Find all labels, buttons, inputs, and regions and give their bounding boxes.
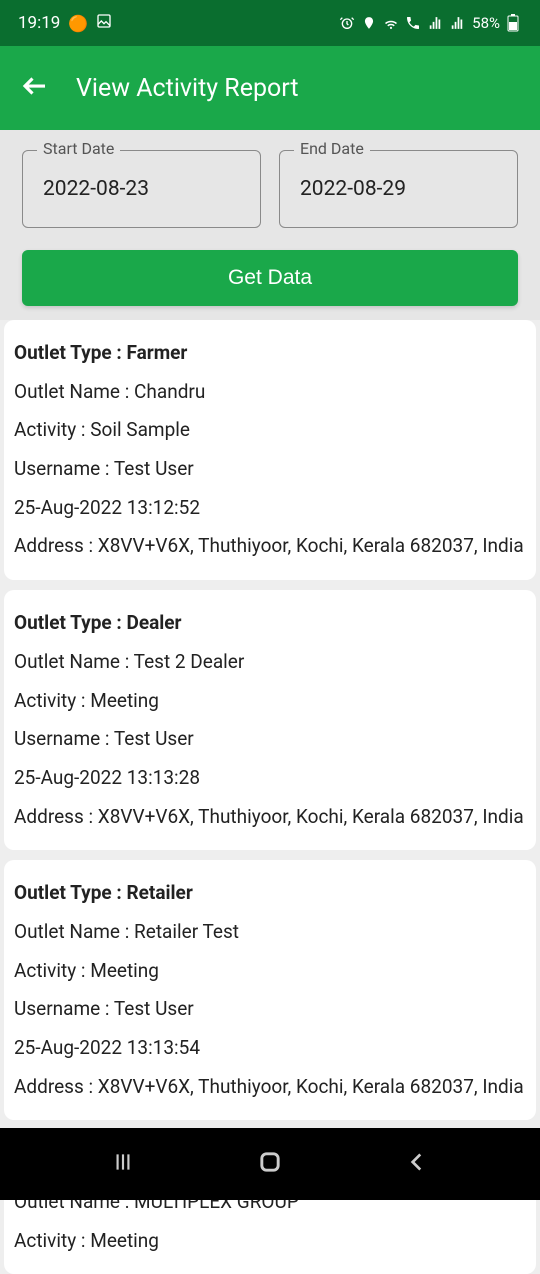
activity-line: Activity : Meeting <box>14 1222 526 1261</box>
end-date-field[interactable]: End Date 2022-08-29 <box>279 150 518 228</box>
record-card[interactable]: Outlet Type : DealerOutlet Name : Test 2… <box>4 590 536 850</box>
record-card[interactable]: Outlet Type : FarmerOutlet Name : Chandr… <box>4 320 536 580</box>
outlet-type-line: Outlet Type : Dealer <box>14 604 526 643</box>
alarm-icon <box>338 14 356 32</box>
location-icon <box>360 14 378 32</box>
page-title: View Activity Report <box>76 74 299 103</box>
timestamp-line: 25-Aug-2022 13:13:28 <box>14 759 526 798</box>
home-icon[interactable] <box>256 1148 284 1180</box>
username-line: Username : Test User <box>14 990 526 1029</box>
date-row: Start Date 2022-08-23 End Date 2022-08-2… <box>22 150 518 228</box>
status-right: 58% <box>338 14 522 32</box>
outlet-type-line: Outlet Type : Retailer <box>14 874 526 913</box>
outlet-name-line: Outlet Name : Test 2 Dealer <box>14 643 526 682</box>
signal-icon-2 <box>448 14 466 32</box>
username-line: Username : Test User <box>14 450 526 489</box>
outlet-name-line: Outlet Name : Retailer Test <box>14 913 526 952</box>
end-date-label: End Date <box>294 139 370 158</box>
start-date-field[interactable]: Start Date 2022-08-23 <box>22 150 261 228</box>
timestamp-line: 25-Aug-2022 13:13:54 <box>14 1029 526 1068</box>
call-icon <box>404 14 422 32</box>
address-line: Address : X8VV+V6X, Thuthiyoor, Kochi, K… <box>14 798 526 837</box>
back-arrow-icon[interactable] <box>20 71 50 105</box>
back-icon[interactable] <box>404 1149 430 1179</box>
outlet-type-line: Outlet Type : Farmer <box>14 334 526 373</box>
app-bar: View Activity Report <box>0 46 540 130</box>
end-date-value: 2022-08-29 <box>300 177 406 201</box>
status-time: 19:19 <box>18 13 60 33</box>
activity-line: Activity : Meeting <box>14 682 526 721</box>
battery-percent: 58% <box>472 14 500 32</box>
status-bar: 19:19 🟠 58% <box>0 0 540 46</box>
start-date-value: 2022-08-23 <box>43 177 149 201</box>
status-left: 19:19 🟠 <box>18 13 112 33</box>
nav-bar <box>0 1128 540 1200</box>
start-date-label: Start Date <box>37 139 120 158</box>
activity-line: Activity : Meeting <box>14 952 526 991</box>
get-data-button[interactable]: Get Data <box>22 250 518 306</box>
username-line: Username : Test User <box>14 720 526 759</box>
address-line: Address : X8VV+V6X, Thuthiyoor, Kochi, K… <box>14 527 526 566</box>
address-line: Address : X8VV+V6X, Thuthiyoor, Kochi, K… <box>14 1068 526 1107</box>
filter-area: Start Date 2022-08-23 End Date 2022-08-2… <box>0 130 540 320</box>
record-card[interactable]: Outlet Type : RetailerOutlet Name : Reta… <box>4 860 536 1120</box>
image-icon <box>96 13 112 33</box>
wifi-icon <box>382 14 400 32</box>
recent-apps-icon[interactable] <box>110 1149 136 1179</box>
signal-icon-1 <box>426 14 444 32</box>
battery-icon <box>504 14 522 32</box>
activity-line: Activity : Soil Sample <box>14 411 526 450</box>
outlet-name-line: Outlet Name : Chandru <box>14 373 526 412</box>
timestamp-line: 25-Aug-2022 13:12:52 <box>14 489 526 528</box>
app-notif-icon: 🟠 <box>68 14 88 33</box>
